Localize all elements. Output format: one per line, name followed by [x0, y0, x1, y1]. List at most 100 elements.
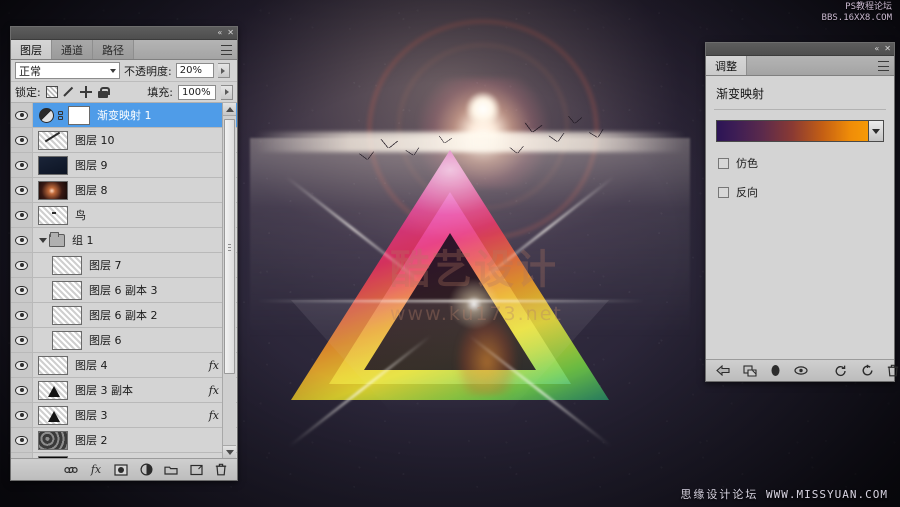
layer-name[interactable]: 鸟	[75, 207, 237, 223]
scroll-up-button[interactable]	[223, 103, 236, 116]
adjustments-panel-footer[interactable]	[706, 359, 899, 381]
fill-stepper[interactable]	[221, 84, 233, 100]
new-layer-icon[interactable]	[189, 463, 203, 477]
layer-thumbnail[interactable]	[52, 305, 82, 325]
layer-list[interactable]: 渐变映射 1 图层 10 图层 9 图层 8 鸟组 1 图层 7 图层 6 副本 3 图层 6…	[11, 103, 237, 480]
layer-thumbnail[interactable]	[38, 205, 68, 225]
group-disclosure-icon[interactable]	[39, 237, 47, 243]
layer-visibility-toggle[interactable]	[11, 278, 33, 302]
new-group-icon[interactable]	[164, 463, 178, 477]
layer-name[interactable]: 图层 3 副本	[75, 382, 209, 398]
layer-row[interactable]: 图层 4 fx	[11, 353, 237, 378]
layer-thumbnail[interactable]	[38, 130, 68, 150]
layer-name[interactable]: 图层 9	[75, 157, 237, 173]
layers-panel-tabs[interactable]: 图层 通道 路径	[11, 40, 237, 60]
layer-thumbnail[interactable]	[38, 405, 68, 425]
link-layers-icon[interactable]	[64, 463, 78, 477]
close-icon[interactable]: ✕	[884, 45, 891, 53]
layer-visibility-toggle[interactable]	[11, 203, 33, 227]
dither-checkbox[interactable]	[718, 157, 729, 169]
scroll-down-button[interactable]	[223, 445, 236, 458]
layer-effects-fx-icon[interactable]: fx	[209, 409, 221, 422]
layer-name[interactable]: 图层 2	[75, 432, 237, 448]
revert-icon[interactable]	[861, 364, 874, 378]
layer-row[interactable]: 图层 7	[11, 253, 237, 278]
blend-mode-select[interactable]: 正常	[15, 62, 120, 79]
layers-panel-footer[interactable]: fx	[11, 458, 237, 480]
clip-to-layer-icon[interactable]	[743, 364, 757, 378]
adjustments-panel-tabs[interactable]: 调整	[706, 56, 894, 76]
opacity-stepper[interactable]	[217, 63, 230, 78]
layer-row[interactable]: 图层 6 副本 2	[11, 303, 237, 328]
toggle-layer-visibility-icon[interactable]	[770, 364, 781, 378]
layer-visibility-toggle[interactable]	[11, 428, 33, 452]
layer-row[interactable]: 图层 10	[11, 128, 237, 153]
tab-adjustments[interactable]: 调整	[706, 56, 747, 75]
lock-image-pixels-icon[interactable]	[63, 86, 75, 98]
reset-icon[interactable]	[834, 364, 848, 378]
layer-thumbnail[interactable]	[38, 430, 68, 450]
layer-visibility-toggle[interactable]	[11, 378, 33, 402]
collapse-icon[interactable]: «	[874, 45, 879, 53]
tab-paths[interactable]: 路径	[93, 40, 134, 59]
layer-thumbnail[interactable]	[38, 155, 68, 175]
gradient-preview-bar[interactable]	[716, 120, 869, 142]
adjustments-panel[interactable]: « ✕ 调整 渐变映射 仿色 反向	[705, 42, 899, 382]
layer-thumbnail[interactable]	[52, 280, 82, 300]
layer-visibility-toggle[interactable]	[11, 353, 33, 377]
layer-name[interactable]: 图层 6 副本 3	[89, 282, 237, 298]
layer-row[interactable]: 图层 6	[11, 328, 237, 353]
layer-visibility-toggle[interactable]	[11, 328, 33, 352]
layer-visibility-toggle[interactable]	[11, 128, 33, 152]
layer-row[interactable]: 图层 8	[11, 178, 237, 203]
layer-row[interactable]: 图层 3 fx	[11, 403, 237, 428]
layer-thumbnail[interactable]	[52, 255, 82, 275]
new-adjustment-layer-icon[interactable]	[139, 463, 153, 477]
layer-name[interactable]: 图层 6	[89, 332, 237, 348]
delete-adjustment-icon[interactable]	[887, 364, 899, 378]
panel-menu-icon[interactable]	[878, 61, 890, 71]
layer-list-scrollbar[interactable]	[222, 103, 236, 458]
delete-layer-icon[interactable]	[214, 463, 228, 477]
add-layer-mask-icon[interactable]	[114, 463, 128, 477]
layer-row[interactable]: 图层 9	[11, 153, 237, 178]
layer-thumbnail[interactable]	[52, 330, 82, 350]
preview-eye-icon[interactable]	[794, 364, 808, 378]
layer-name[interactable]: 图层 4	[75, 357, 209, 373]
gradient-map-adjustment-icon[interactable]	[39, 107, 54, 123]
reverse-checkbox-row[interactable]: 反向	[706, 171, 894, 200]
layers-panel[interactable]: « ✕ 图层 通道 路径 正常 不透明度: 20% 锁定: 填充: 100% 渐…	[10, 26, 238, 481]
gradient-dropdown-button[interactable]	[869, 120, 884, 142]
layer-visibility-toggle[interactable]	[11, 253, 33, 277]
layer-visibility-toggle[interactable]	[11, 403, 33, 427]
layer-row[interactable]: 组 1	[11, 228, 237, 253]
fill-input[interactable]: 100%	[178, 84, 216, 100]
gradient-picker-row[interactable]	[706, 120, 894, 142]
reverse-checkbox[interactable]	[718, 186, 729, 198]
panel-menu-icon[interactable]	[221, 45, 233, 55]
layer-thumbnail[interactable]	[38, 355, 68, 375]
close-icon[interactable]: ✕	[227, 29, 234, 37]
layer-thumbnail[interactable]	[38, 180, 68, 200]
layer-mask-thumbnail[interactable]	[68, 105, 90, 125]
layers-panel-titlebar[interactable]: « ✕	[11, 27, 237, 40]
layer-row[interactable]: 图层 3 副本 fx	[11, 378, 237, 403]
lock-all-icon[interactable]	[97, 86, 110, 98]
layer-name[interactable]: 图层 6 副本 2	[89, 307, 237, 323]
layer-rows-container[interactable]: 渐变映射 1 图层 10 图层 9 图层 8 鸟组 1 图层 7 图层 6 副本 3 图层 6…	[11, 103, 237, 458]
layer-effects-fx-icon[interactable]: fx	[209, 359, 221, 372]
layer-style-fx-icon[interactable]: fx	[89, 463, 103, 477]
opacity-input[interactable]: 20%	[175, 63, 214, 78]
layer-visibility-toggle[interactable]	[11, 153, 33, 177]
dither-checkbox-row[interactable]: 仿色	[706, 142, 894, 171]
layer-name[interactable]: 图层 8	[75, 182, 237, 198]
layer-name[interactable]: 组 1	[72, 232, 237, 248]
tab-layers[interactable]: 图层	[11, 40, 52, 59]
lock-transparent-pixels-icon[interactable]	[45, 86, 58, 98]
layer-visibility-toggle[interactable]	[11, 103, 33, 127]
layer-row[interactable]: 渐变映射 1	[11, 103, 237, 128]
layer-visibility-toggle[interactable]	[11, 303, 33, 327]
lock-position-icon[interactable]	[79, 86, 92, 98]
layer-visibility-toggle[interactable]	[11, 178, 33, 202]
scrollbar-thumb[interactable]	[224, 119, 235, 374]
